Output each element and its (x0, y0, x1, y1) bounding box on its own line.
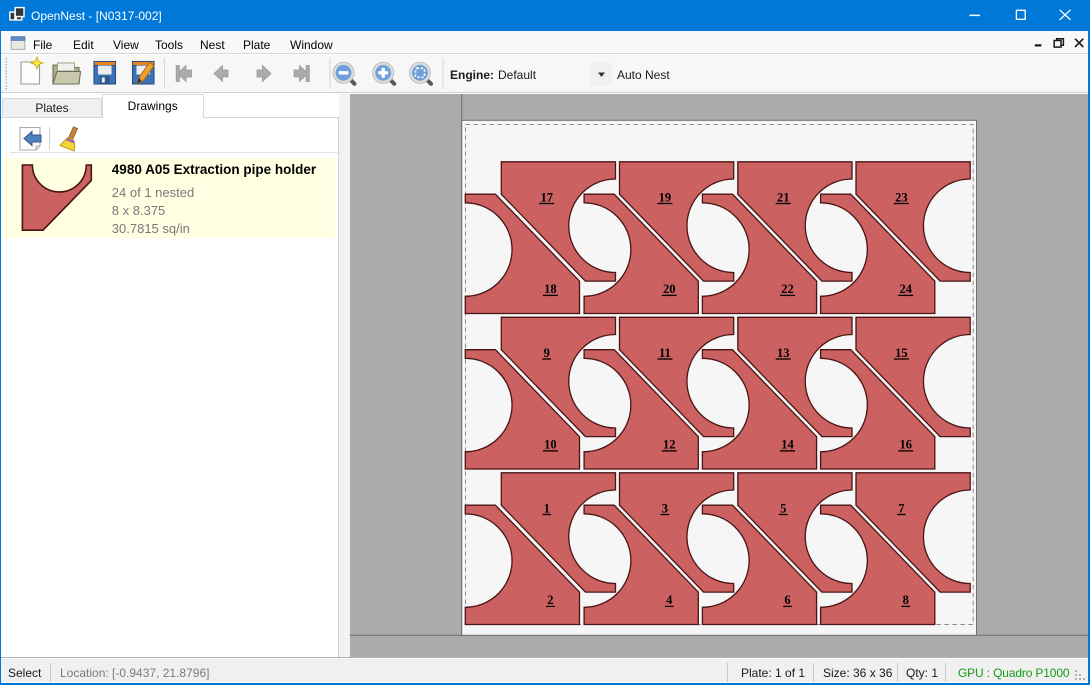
svg-text:22: 22 (781, 282, 794, 296)
svg-text:9: 9 (544, 346, 550, 360)
svg-text:15: 15 (895, 346, 908, 360)
svg-text:7: 7 (898, 501, 904, 515)
svg-text:12: 12 (663, 438, 676, 452)
svg-text:14: 14 (781, 438, 794, 452)
svg-text:24: 24 (899, 282, 912, 296)
svg-text:1: 1 (544, 501, 550, 515)
svg-text:16: 16 (899, 438, 912, 452)
svg-text:8: 8 (903, 593, 909, 607)
svg-text:5: 5 (780, 501, 786, 515)
svg-text:3: 3 (662, 501, 668, 515)
svg-text:4: 4 (666, 593, 673, 607)
svg-text:2: 2 (547, 593, 553, 607)
svg-text:23: 23 (895, 190, 908, 204)
svg-text:6: 6 (784, 593, 790, 607)
svg-text:19: 19 (659, 190, 672, 204)
svg-text:18: 18 (544, 282, 557, 296)
svg-text:20: 20 (663, 282, 676, 296)
svg-text:13: 13 (777, 346, 790, 360)
svg-text:11: 11 (659, 346, 671, 360)
svg-text:21: 21 (777, 190, 790, 204)
svg-text:10: 10 (544, 438, 557, 452)
svg-text:17: 17 (540, 190, 553, 204)
